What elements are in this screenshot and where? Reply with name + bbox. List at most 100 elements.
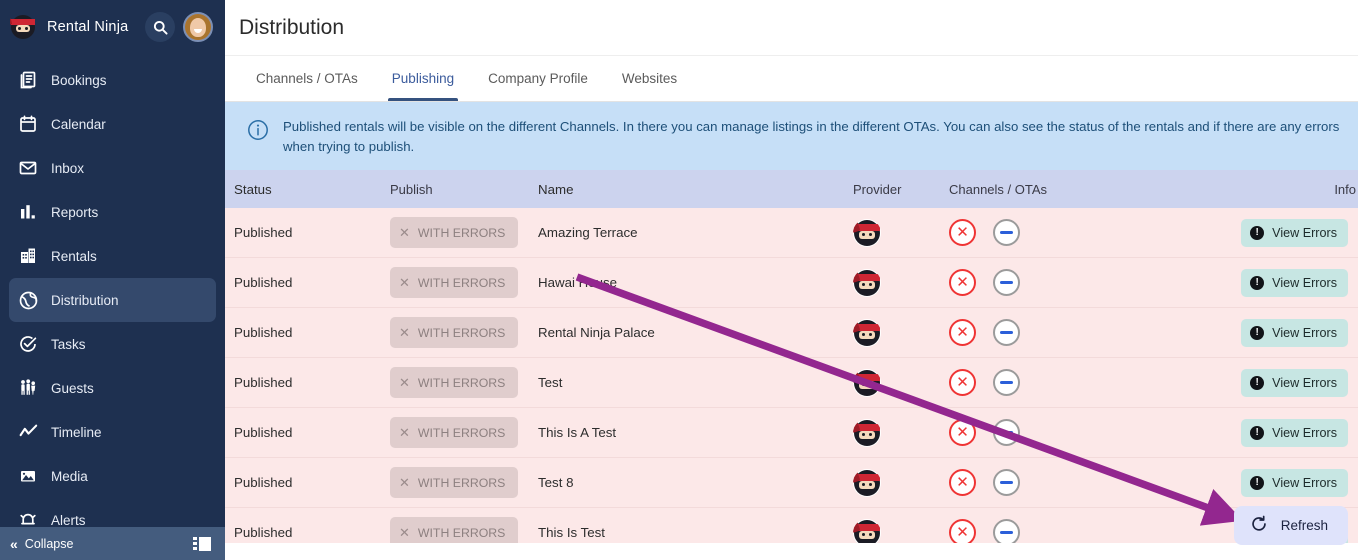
table-row[interactable]: Published ✕ WITH ERRORS This Is A Test <box>225 408 1358 458</box>
calendar-icon <box>17 113 39 135</box>
sidebar-item-rentals[interactable]: Rentals <box>9 234 216 278</box>
view-errors-button[interactable]: ! View Errors <box>1241 369 1348 397</box>
search-icon[interactable] <box>145 12 175 42</box>
dash-circle-icon[interactable] <box>993 519 1020 543</box>
sidebar-item-bookings[interactable]: Bookings <box>9 58 216 102</box>
refresh-label: Refresh <box>1281 518 1328 533</box>
publish-chip-label: WITH ERRORS <box>418 426 505 440</box>
tab-channels-otas[interactable]: Channels / OTAs <box>239 56 375 101</box>
column-header-info: Info <box>1218 182 1358 197</box>
publish-status-chip: ✕ WITH ERRORS <box>390 517 518 543</box>
error-circle-icon[interactable]: ✕ <box>949 269 976 296</box>
cell-channels: ✕ <box>943 369 1218 396</box>
timeline-icon <box>17 421 39 443</box>
media-icon <box>17 465 39 487</box>
cell-info: ! View Errors <box>1218 319 1358 347</box>
publish-chip-label: WITH ERRORS <box>418 276 505 290</box>
cell-publish: ✕ WITH ERRORS <box>390 417 538 448</box>
refresh-icon <box>1250 515 1268 536</box>
column-header-provider: Provider <box>838 182 943 197</box>
error-circle-icon[interactable]: ✕ <box>949 219 976 246</box>
error-circle-icon[interactable]: ✕ <box>949 369 976 396</box>
column-header-status: Status <box>225 182 390 197</box>
sidebar-item-media[interactable]: Media <box>9 454 216 498</box>
sidebar-item-timeline[interactable]: Timeline <box>9 410 216 454</box>
tab-websites[interactable]: Websites <box>605 56 694 101</box>
tasks-icon <box>17 333 39 355</box>
cell-name: Test 8 <box>538 475 838 490</box>
exclamation-icon: ! <box>1250 376 1264 390</box>
refresh-button[interactable]: Refresh <box>1234 506 1348 545</box>
sidebar-nav: Bookings Calendar <box>0 54 225 542</box>
publishing-table: Status Publish Name Provider Channels / … <box>225 170 1358 543</box>
sidebar-item-distribution[interactable]: Distribution <box>9 278 216 322</box>
dash-circle-icon[interactable] <box>993 419 1020 446</box>
cell-info: ! View Errors <box>1218 269 1358 297</box>
table-row[interactable]: Published ✕ WITH ERRORS Test <box>225 358 1358 408</box>
cell-name: Amazing Terrace <box>538 225 838 240</box>
view-errors-button[interactable]: ! View Errors <box>1241 319 1348 347</box>
cell-publish: ✕ WITH ERRORS <box>390 467 538 498</box>
dash-circle-icon[interactable] <box>993 219 1020 246</box>
dash-circle-icon[interactable] <box>993 269 1020 296</box>
table-row[interactable]: Published ✕ WITH ERRORS Amazing Terrace <box>225 208 1358 258</box>
table-body: Published ✕ WITH ERRORS Amazing Terrace <box>225 208 1358 543</box>
cell-status: Published <box>225 475 390 490</box>
ninja-logo-icon <box>10 14 36 40</box>
close-x-icon: ✕ <box>399 375 410 391</box>
avatar[interactable] <box>183 12 213 42</box>
dash-circle-icon[interactable] <box>993 469 1020 496</box>
view-errors-button[interactable]: ! View Errors <box>1241 469 1348 497</box>
cell-status: Published <box>225 375 390 390</box>
table-row[interactable]: Published ✕ WITH ERRORS Rental Ninja Pal… <box>225 308 1358 358</box>
publish-status-chip: ✕ WITH ERRORS <box>390 417 518 448</box>
cell-channels: ✕ <box>943 469 1218 496</box>
close-x-icon: ✕ <box>399 525 410 541</box>
sidebar-item-reports[interactable]: Reports <box>9 190 216 234</box>
sidebar-item-label: Tasks <box>51 337 86 352</box>
dash-circle-icon[interactable] <box>993 369 1020 396</box>
error-circle-icon[interactable]: ✕ <box>949 519 976 543</box>
cell-name: Rental Ninja Palace <box>538 325 838 340</box>
error-circle-icon[interactable]: ✕ <box>949 419 976 446</box>
view-errors-button[interactable]: ! View Errors <box>1241 219 1348 247</box>
tab-company-profile[interactable]: Company Profile <box>471 56 605 101</box>
sidebar-item-label: Alerts <box>51 513 86 528</box>
sidebar-item-tasks[interactable]: Tasks <box>9 322 216 366</box>
view-errors-label: View Errors <box>1272 326 1337 340</box>
tab-bar: Channels / OTAs Publishing Company Profi… <box>225 55 1358 102</box>
cell-channels: ✕ <box>943 319 1218 346</box>
sidebar-item-inbox[interactable]: Inbox <box>9 146 216 190</box>
table-row[interactable]: Published ✕ WITH ERRORS Test 8 <box>225 458 1358 508</box>
ninja-provider-icon <box>853 469 881 497</box>
cell-name: This Is A Test <box>538 425 838 440</box>
error-circle-icon[interactable]: ✕ <box>949 469 976 496</box>
sidebar-collapse-button[interactable]: « Collapse <box>0 527 225 560</box>
error-circle-icon[interactable]: ✕ <box>949 319 976 346</box>
table-row[interactable]: Published ✕ WITH ERRORS Hawai House <box>225 258 1358 308</box>
cell-info: ! View Errors <box>1218 219 1358 247</box>
view-errors-button[interactable]: ! View Errors <box>1241 419 1348 447</box>
view-errors-label: View Errors <box>1272 226 1337 240</box>
cell-info: ! View Errors <box>1218 369 1358 397</box>
tab-publishing[interactable]: Publishing <box>375 56 471 101</box>
sidebar-item-calendar[interactable]: Calendar <box>9 102 216 146</box>
column-header-channels: Channels / OTAs <box>943 182 1218 197</box>
publish-status-chip: ✕ WITH ERRORS <box>390 467 518 498</box>
panel-toggle-icon[interactable] <box>193 537 211 551</box>
reports-icon <box>17 201 39 223</box>
publish-status-chip: ✕ WITH ERRORS <box>390 367 518 398</box>
cell-status: Published <box>225 275 390 290</box>
sidebar-item-label: Calendar <box>51 117 106 132</box>
collapse-label: Collapse <box>25 537 193 551</box>
table-row[interactable]: Published ✕ WITH ERRORS This Is Test <box>225 508 1358 543</box>
inbox-icon <box>17 157 39 179</box>
exclamation-icon: ! <box>1250 426 1264 440</box>
dash-circle-icon[interactable] <box>993 319 1020 346</box>
exclamation-icon: ! <box>1250 276 1264 290</box>
cell-channels: ✕ <box>943 269 1218 296</box>
publish-status-chip: ✕ WITH ERRORS <box>390 217 518 248</box>
view-errors-button[interactable]: ! View Errors <box>1241 269 1348 297</box>
sidebar-item-guests[interactable]: Guests <box>9 366 216 410</box>
cell-status: Published <box>225 225 390 240</box>
